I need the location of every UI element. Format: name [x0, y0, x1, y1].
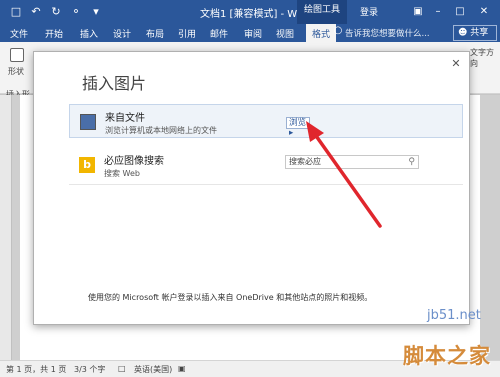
text-direction-button[interactable]: 文字方向: [470, 47, 500, 69]
macro-icon[interactable]: ▣: [178, 364, 186, 373]
page-count[interactable]: 第 1 页，共 1 页: [6, 364, 66, 375]
bing-search-option[interactable]: b 必应图像搜索 搜索 Web 搜索必应 ⚲: [69, 148, 463, 182]
close-icon[interactable]: ✕: [450, 58, 462, 70]
save-icon[interactable]: □: [8, 4, 24, 20]
ribbon-display-icon[interactable]: ▣: [410, 4, 426, 20]
from-file-title: 来自文件: [105, 113, 145, 124]
browse-button[interactable]: 浏览 ▸: [286, 117, 310, 138]
dialog-footer-text[interactable]: 使用您的 Microsoft 帐户登录以插入来自 OneDrive 和其他站点的…: [88, 292, 372, 303]
word-count[interactable]: 3/3 个字: [74, 364, 105, 375]
proofing-icon[interactable]: □: [118, 364, 126, 373]
customize-icon[interactable]: ▾: [88, 4, 104, 20]
bing-icon: b: [79, 157, 95, 173]
shapes-label[interactable]: 形状: [8, 66, 24, 77]
dialog-title: 插入图片: [82, 74, 147, 93]
close-icon[interactable]: ✕: [476, 4, 492, 20]
maximize-icon[interactable]: □: [452, 4, 468, 20]
tab-insert[interactable]: 插入: [80, 27, 98, 40]
undo-icon[interactable]: ↶: [28, 4, 44, 20]
tell-me-input[interactable]: 告诉我您想要做什么...: [345, 27, 430, 39]
tab-file[interactable]: 文件: [10, 27, 28, 40]
ribbon-tab-bar: 文件 开始 插入 设计 布局 引用 邮件 审阅 视图 格式 ○ 告诉我您想要做什…: [0, 24, 500, 42]
bing-search-description: 搜索 Web: [104, 169, 140, 178]
tab-review[interactable]: 审阅: [244, 27, 262, 40]
tab-home[interactable]: 开始: [45, 27, 63, 40]
minimize-icon[interactable]: –: [430, 4, 446, 20]
tab-references[interactable]: 引用: [178, 27, 196, 40]
lightbulb-icon: ○: [333, 25, 343, 36]
tab-design[interactable]: 设计: [113, 27, 131, 40]
language-indicator[interactable]: 英语(美国): [134, 364, 172, 375]
from-file-option[interactable]: 来自文件 浏览计算机或本地网络上的文件 浏览 ▸: [69, 104, 463, 138]
from-file-description: 浏览计算机或本地网络上的文件: [105, 126, 217, 135]
tab-layout[interactable]: 布局: [146, 27, 164, 40]
redo-icon[interactable]: ↻: [48, 4, 64, 20]
tab-view[interactable]: 视图: [276, 27, 294, 40]
divider: [69, 184, 463, 185]
title-bar: □ ↶ ↻ ⚬ ▾ 文档1 [兼容模式] - Word 绘图工具 登录 ▣ – …: [0, 0, 500, 24]
tab-mailings[interactable]: 邮件: [210, 27, 228, 40]
drawing-tools-context-tab: 绘图工具: [297, 0, 347, 24]
bing-search-input[interactable]: 搜索必应 ⚲: [285, 155, 419, 169]
computer-icon: [80, 114, 96, 130]
search-placeholder: 搜索必应: [289, 157, 321, 166]
person-icon: ☻: [458, 28, 468, 38]
vertical-ruler: [0, 95, 12, 360]
share-button[interactable]: ☻ 共享: [453, 25, 497, 41]
search-icon[interactable]: ⚲: [408, 156, 415, 168]
insert-picture-dialog: ✕ 插入图片 来自文件 浏览计算机或本地网络上的文件 浏览 ▸ b 必应图像搜索…: [33, 51, 470, 325]
watermark-name: 脚本之家: [403, 344, 491, 368]
watermark-site: jb51.net: [427, 308, 481, 323]
bing-search-title: 必应图像搜索: [104, 156, 164, 167]
share-label: 共享: [470, 28, 489, 38]
login-link[interactable]: 登录: [360, 5, 378, 18]
touch-mode-icon[interactable]: ⚬: [68, 4, 84, 20]
shapes-icon[interactable]: [10, 48, 24, 62]
